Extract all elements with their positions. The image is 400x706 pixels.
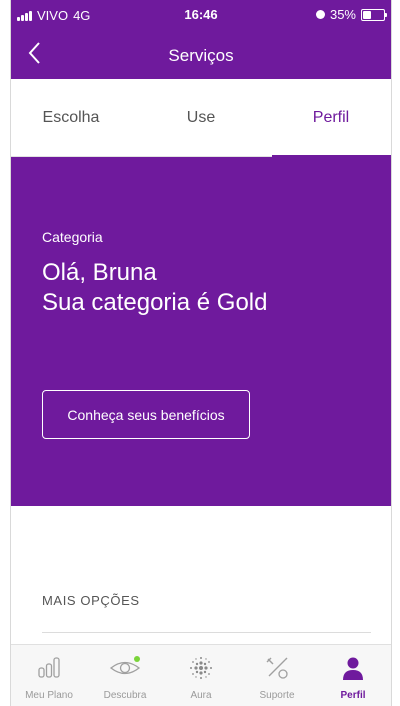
battery-percent: 35% xyxy=(329,7,356,22)
tab-use[interactable]: Use xyxy=(131,79,271,156)
status-right: 35% xyxy=(315,7,387,22)
app-frame: VIVO 4G 16:46 35% Serviços Escolha Use P… xyxy=(10,0,392,706)
nav-label: Suporte xyxy=(259,690,295,701)
nav-aura[interactable]: Aura xyxy=(163,645,239,706)
tab-perfil[interactable]: Perfil xyxy=(271,79,391,156)
nav-label: Aura xyxy=(190,690,212,701)
profile-card: Categoria Olá, Bruna Sua categoria é Gol… xyxy=(11,157,391,506)
bars-icon xyxy=(38,657,60,678)
status-bar: VIVO 4G 16:46 35% xyxy=(11,0,391,28)
category-label: Categoria xyxy=(42,229,103,245)
nav-bar: Serviços xyxy=(11,28,391,79)
greeting-category: Sua categoria é Gold xyxy=(42,289,268,316)
nav-suporte[interactable]: Suporte xyxy=(239,645,315,706)
divider xyxy=(42,632,371,633)
alarm-icon xyxy=(315,10,325,19)
greeting: Olá, Bruna Sua categoria é Gold xyxy=(42,258,267,318)
nav-label: Descubra xyxy=(103,690,147,701)
greeting-name: Olá, Bruna xyxy=(42,259,157,286)
more-options-heading: MAIS OPÇÕES xyxy=(42,593,140,608)
top-bar: VIVO 4G 16:46 35% Serviços xyxy=(11,0,391,79)
nav-perfil[interactable]: Perfil xyxy=(315,645,391,706)
page-title: Serviços xyxy=(168,46,234,65)
bottom-nav: Meu Plano Descubra Aura Suporte Perfil xyxy=(11,644,391,706)
eye-icon xyxy=(109,656,141,675)
nav-meu-plano[interactable]: Meu Plano xyxy=(11,645,87,706)
nav-label: Perfil xyxy=(340,690,366,701)
nav-label: Meu Plano xyxy=(25,690,73,701)
nav-descubra[interactable]: Descubra xyxy=(87,645,163,706)
user-icon xyxy=(343,657,363,680)
aura-dots-icon xyxy=(190,657,212,679)
tab-bar: Escolha Use Perfil xyxy=(11,79,391,157)
tab-escolha[interactable]: Escolha xyxy=(11,79,131,156)
benefits-button[interactable]: Conheça seus benefícios xyxy=(42,390,250,439)
tools-icon xyxy=(266,657,288,679)
battery-icon xyxy=(361,8,387,21)
